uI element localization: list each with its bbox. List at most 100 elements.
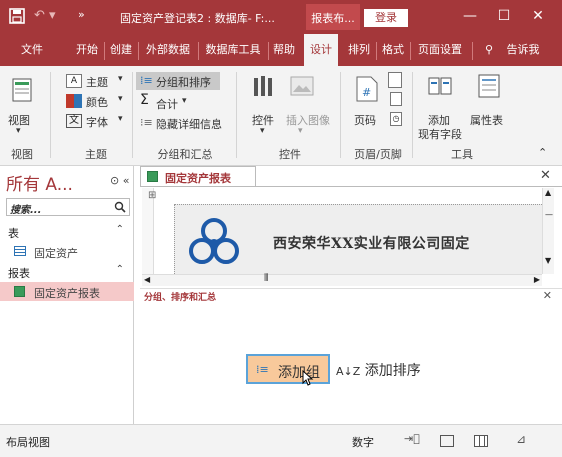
tab-home[interactable]: 开始 bbox=[72, 34, 102, 66]
minimize-button[interactable]: — bbox=[460, 6, 480, 26]
tab-external-data[interactable]: 外部数据 bbox=[140, 34, 196, 66]
date-time-icon[interactable]: ◷ bbox=[390, 112, 402, 126]
hide-details-icon: ⁝≡ bbox=[140, 116, 153, 129]
tab-page-setup[interactable]: 页面设置 bbox=[412, 34, 468, 66]
page-number-icon[interactable]: # bbox=[356, 76, 378, 102]
context-tab-label: 报表布... bbox=[306, 4, 360, 30]
totals-icon: Σ bbox=[140, 92, 149, 108]
tab-database-tools[interactable]: 数据库工具 bbox=[200, 34, 266, 66]
nav-item-fixed-assets-table[interactable]: 固定资产 bbox=[0, 242, 134, 261]
collapse-ribbon-icon[interactable]: ⌃ bbox=[538, 146, 547, 159]
nav-section-tables-label: 表 bbox=[8, 227, 19, 240]
nav-pane-title[interactable]: 所有 A... bbox=[6, 170, 73, 195]
nav-section-tables[interactable]: 表 ⌃ bbox=[0, 222, 134, 241]
add-sort-button[interactable]: A↓Z 添加排序 bbox=[336, 360, 421, 380]
status-bar: 布局视图 数字 ⇥⃞ ⊿ bbox=[0, 424, 562, 457]
maximize-button[interactable]: ☐ bbox=[494, 6, 514, 26]
close-document-icon[interactable]: ✕ bbox=[540, 168, 551, 183]
layout-select-handle-icon[interactable]: ⊞ bbox=[148, 190, 156, 201]
nav-search-box[interactable]: 搜索... bbox=[6, 198, 130, 216]
login-button[interactable]: 登录 bbox=[364, 9, 408, 27]
layout-view-icon[interactable] bbox=[474, 435, 488, 447]
add-existing-fields-icon[interactable] bbox=[428, 76, 452, 96]
report-icon bbox=[147, 171, 158, 182]
group-and-sort-button[interactable]: 分组和排序 bbox=[156, 74, 211, 90]
company-logo bbox=[189, 218, 239, 264]
table-icon bbox=[14, 246, 26, 256]
report-view-icon[interactable]: ⇥⃞ bbox=[404, 432, 422, 448]
vertical-scrollbar[interactable]: ▲ — ▼ bbox=[542, 188, 554, 274]
svg-text:#: # bbox=[362, 86, 371, 99]
title-icon[interactable] bbox=[390, 92, 402, 106]
insert-image-button-label: 插入图像 bbox=[286, 114, 330, 127]
totals-button[interactable]: 合计 bbox=[156, 96, 178, 112]
report-header-banner[interactable]: 西安荣华XX实业有限公司固定 bbox=[174, 204, 554, 274]
group-label-header-footer: 页眉/页脚 bbox=[354, 148, 402, 161]
report-title-text[interactable]: 西安荣华XX实业有限公司固定 bbox=[273, 233, 470, 253]
colors-button[interactable]: 颜色 bbox=[86, 94, 108, 110]
nav-search-placeholder: 搜索... bbox=[10, 205, 42, 216]
close-window-button[interactable]: ✕ bbox=[528, 6, 548, 26]
controls-icon[interactable] bbox=[252, 74, 274, 98]
collapse-chevron-icon[interactable]: ⌃ bbox=[116, 224, 124, 235]
tab-help[interactable]: 帮助 bbox=[270, 34, 298, 66]
window-title: 固定资产登记表2 : 数据库- F:... bbox=[120, 12, 275, 25]
property-sheet-button-label[interactable]: 属性表 bbox=[470, 112, 503, 128]
tab-file[interactable]: 文件 bbox=[18, 34, 46, 66]
hide-details-button[interactable]: 隐藏详细信息 bbox=[156, 116, 222, 132]
title-bar: ↶ ▾ » 固定资产登记表2 : 数据库- F:... 报表布... 登录 — … bbox=[0, 0, 562, 34]
fonts-icon[interactable]: 文 bbox=[66, 114, 82, 128]
tab-format[interactable]: 格式 bbox=[378, 34, 408, 66]
collapse-chevron-icon[interactable]: ⌃ bbox=[116, 264, 124, 275]
view-icon[interactable] bbox=[12, 78, 32, 102]
add-sort-label: 添加排序 bbox=[364, 363, 421, 379]
nav-item-label: 固定资产报表 bbox=[34, 287, 100, 300]
horizontal-scrollbar[interactable]: ◀ ⦀ ▶ bbox=[142, 273, 542, 286]
group-label-theme: 主题 bbox=[85, 148, 107, 161]
ribbon-tabs: 文件 开始 创建 外部数据 数据库工具 帮助 设计 排列 格式 页面设置 ⚲ 告… bbox=[0, 34, 562, 66]
view-dropdown-arrow[interactable]: ▾ bbox=[16, 126, 21, 136]
nav-item-fixed-assets-report[interactable]: 固定资产报表 bbox=[0, 282, 134, 301]
group-label-tools: 工具 bbox=[451, 148, 473, 161]
group-sort-pane-title: 分组、排序和汇总 bbox=[144, 293, 217, 303]
add-group-button[interactable]: ⁞≡ 添加组 bbox=[246, 354, 330, 386]
theme-icon[interactable]: A bbox=[66, 74, 82, 88]
nav-pane-controls[interactable]: ⊙ « bbox=[110, 174, 129, 187]
group-icon: ⁞≡ bbox=[256, 363, 269, 376]
close-group-sort-pane-icon[interactable]: ✕ bbox=[543, 289, 552, 302]
tab-arrange[interactable]: 排列 bbox=[344, 34, 374, 66]
group-label-grouping: 分组和汇总 bbox=[157, 148, 213, 161]
tab-tell-me[interactable]: 告诉我 bbox=[498, 34, 548, 66]
add-fields-label-2[interactable]: 现有字段 bbox=[418, 126, 462, 142]
ribbon: 视图 ▾ 视图 A 主题 ▾ 颜色 ▾ 文 字体 ▾ 主题 ⁞≡ 分组和排序 Σ… bbox=[0, 66, 562, 166]
save-icon[interactable] bbox=[8, 7, 26, 25]
document-tab-title: 固定资产报表 bbox=[165, 172, 231, 185]
quick-access-more-button[interactable]: » bbox=[78, 8, 85, 21]
colors-icon[interactable] bbox=[66, 94, 82, 108]
group-label-controls: 控件 bbox=[279, 148, 301, 161]
design-view-icon[interactable]: ⊿ bbox=[516, 432, 534, 448]
search-icon[interactable] bbox=[114, 201, 126, 213]
tab-create[interactable]: 创建 bbox=[106, 34, 136, 66]
undo-icon[interactable]: ↶ ▾ bbox=[34, 8, 56, 23]
group-label-view: 视图 bbox=[11, 148, 33, 161]
report-icon bbox=[14, 286, 25, 297]
nav-section-reports-label: 报表 bbox=[8, 267, 30, 280]
logo-icon[interactable] bbox=[388, 72, 402, 88]
group-sort-icon: ⁞≡ bbox=[140, 74, 153, 87]
document-tab[interactable]: 固定资产报表 bbox=[140, 166, 256, 186]
mouse-cursor-icon bbox=[302, 370, 314, 386]
tab-design[interactable]: 设计 bbox=[304, 34, 338, 66]
nav-item-label: 固定资产 bbox=[34, 247, 78, 260]
property-sheet-icon[interactable] bbox=[478, 74, 500, 98]
nav-section-reports[interactable]: 报表 ⌃ bbox=[0, 262, 134, 281]
theme-button[interactable]: 主题 bbox=[86, 74, 108, 90]
print-preview-icon[interactable] bbox=[440, 435, 454, 447]
page-number-button-label[interactable]: 页码 bbox=[354, 112, 376, 128]
insert-image-icon bbox=[290, 76, 314, 96]
status-view-label: 布局视图 bbox=[6, 436, 50, 449]
group-sort-pane-header: 分组、排序和汇总 ✕ bbox=[140, 288, 562, 303]
fonts-button[interactable]: 字体 bbox=[86, 114, 108, 130]
lightbulb-search-icon[interactable]: ⚲ bbox=[482, 34, 496, 66]
navigation-pane: 所有 A... ⊙ « 搜索... 表 ⌃ 固定资产 报表 ⌃ 固定资产报表 bbox=[0, 166, 134, 424]
